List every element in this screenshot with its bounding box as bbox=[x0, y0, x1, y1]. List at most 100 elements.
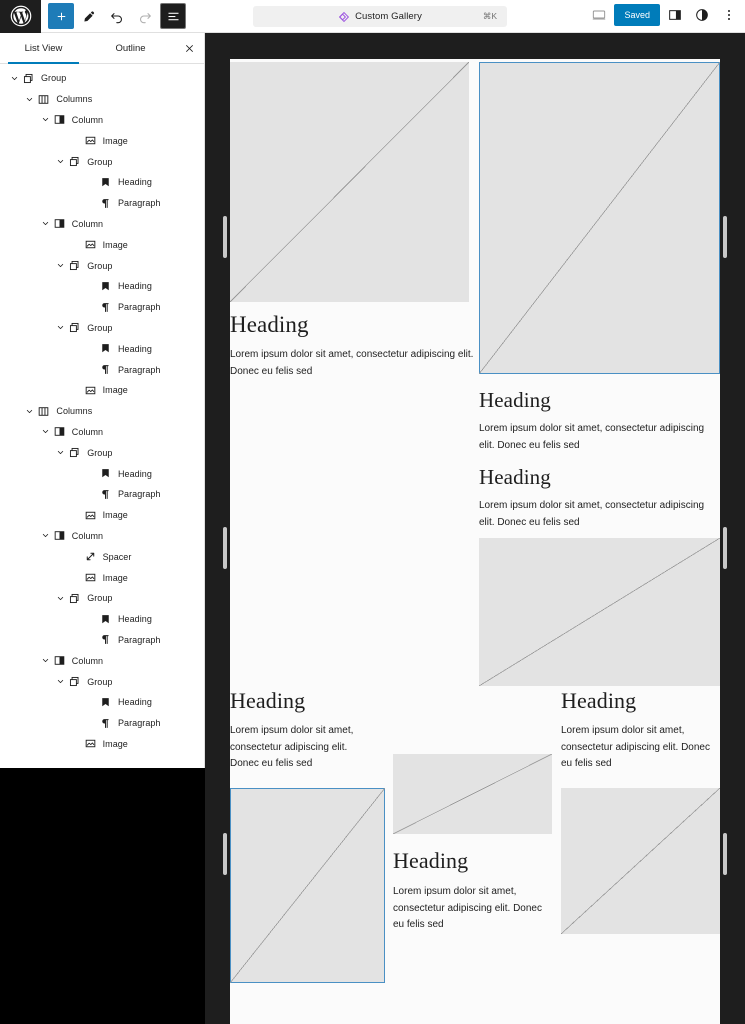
image-block-placeholder[interactable] bbox=[230, 62, 469, 302]
tree-item-heading[interactable]: Heading bbox=[0, 463, 204, 484]
desktop-preview-icon[interactable] bbox=[587, 3, 611, 27]
group-icon bbox=[67, 445, 82, 460]
heading-block[interactable]: Heading bbox=[393, 848, 552, 874]
tree-item-group[interactable]: Group bbox=[0, 442, 204, 463]
tree-item-image[interactable]: Image bbox=[0, 234, 204, 255]
add-block-button[interactable] bbox=[48, 3, 74, 29]
tree-item-paragraph[interactable]: Paragraph bbox=[0, 359, 204, 380]
heading-block[interactable]: Heading bbox=[230, 312, 469, 338]
tree-item-paragraph[interactable]: Paragraph bbox=[0, 484, 204, 505]
paragraph-block[interactable]: Lorem ipsum dolor sit amet, consectetur … bbox=[230, 723, 378, 773]
image-block-placeholder-selected[interactable] bbox=[230, 788, 385, 983]
tab-list-view-label: List View bbox=[24, 42, 63, 54]
tree-item-heading[interactable]: Heading bbox=[0, 692, 204, 713]
chevron-down-icon[interactable] bbox=[54, 675, 67, 688]
tree-item-group[interactable]: Group bbox=[0, 68, 204, 89]
command-palette-button[interactable]: Custom Gallery ⌘K bbox=[253, 6, 507, 27]
chevron-down-icon[interactable] bbox=[39, 113, 52, 126]
heading-block[interactable]: Heading bbox=[479, 465, 720, 490]
tree-item-column[interactable]: Column bbox=[0, 422, 204, 443]
chevron-down-icon[interactable] bbox=[54, 446, 67, 459]
image-block-placeholder[interactable] bbox=[479, 538, 720, 686]
image-block-placeholder[interactable] bbox=[561, 788, 720, 934]
editor-top-bar: Custom Gallery ⌘K Saved bbox=[0, 0, 745, 33]
chevron-down-icon[interactable] bbox=[54, 155, 67, 168]
editor-canvas-area: Heading Lorem ipsum dolor sit amet, cons… bbox=[205, 33, 745, 1024]
tree-item-image[interactable]: Image bbox=[0, 734, 204, 755]
tree-item-spacer[interactable]: Spacer bbox=[0, 546, 204, 567]
heading-block[interactable]: Heading bbox=[561, 688, 720, 714]
tree-item-paragraph[interactable]: Paragraph bbox=[0, 297, 204, 318]
tab-list-view[interactable]: List View bbox=[0, 33, 87, 64]
image-block-placeholder-selected[interactable] bbox=[479, 62, 720, 374]
styles-contrast-icon[interactable] bbox=[690, 3, 714, 27]
tree-item-group[interactable]: Group bbox=[0, 318, 204, 339]
paragraph-block[interactable]: Lorem ipsum dolor sit amet, consectetur … bbox=[561, 723, 713, 773]
list-view-button[interactable] bbox=[160, 3, 186, 29]
tree-item-paragraph[interactable]: Paragraph bbox=[0, 193, 204, 214]
tree-item-column[interactable]: Column bbox=[0, 526, 204, 547]
tree-item-paragraph[interactable]: Paragraph bbox=[0, 713, 204, 734]
tree-item-heading[interactable]: Heading bbox=[0, 609, 204, 630]
wordpress-logo-icon[interactable] bbox=[0, 0, 41, 33]
tree-item-group[interactable]: Group bbox=[0, 255, 204, 276]
undo-button[interactable] bbox=[104, 3, 130, 29]
paragraph-block[interactable]: Lorem ipsum dolor sit amet, consectetur … bbox=[479, 498, 720, 531]
spacer-block[interactable] bbox=[393, 688, 552, 754]
chevron-down-icon[interactable] bbox=[54, 259, 67, 272]
chevron-down-icon[interactable] bbox=[39, 425, 52, 438]
tree-item-columns[interactable]: Columns bbox=[0, 89, 204, 110]
chevron-down-icon[interactable] bbox=[54, 321, 67, 334]
heading-block[interactable]: Heading bbox=[479, 388, 720, 413]
tools-edit-button[interactable] bbox=[76, 3, 102, 29]
chevron-down-icon[interactable] bbox=[8, 72, 21, 85]
settings-sidebar-icon[interactable] bbox=[663, 3, 687, 27]
tree-item-label: Heading bbox=[118, 614, 152, 625]
chevron-down-icon[interactable] bbox=[23, 405, 36, 418]
more-options-icon[interactable] bbox=[717, 3, 741, 27]
tree-item-columns[interactable]: Columns bbox=[0, 401, 204, 422]
tree-item-heading[interactable]: Heading bbox=[0, 172, 204, 193]
paragraph-block[interactable]: Lorem ipsum dolor sit amet, consectetur … bbox=[230, 347, 475, 380]
tab-outline-label: Outline bbox=[115, 42, 146, 54]
close-icon[interactable] bbox=[174, 33, 204, 63]
tree-item-label: Column bbox=[71, 218, 104, 229]
tree-item-group[interactable]: Group bbox=[0, 588, 204, 609]
paragraph-block[interactable]: Lorem ipsum dolor sit amet, consectetur … bbox=[479, 421, 720, 454]
tree-item-image[interactable]: Image bbox=[0, 130, 204, 151]
chevron-down-icon[interactable] bbox=[39, 217, 52, 230]
canvas-resize-handle-left-top[interactable] bbox=[223, 216, 227, 258]
tree-item-label: Paragraph bbox=[118, 302, 161, 313]
tree-item-heading[interactable]: Heading bbox=[0, 338, 204, 359]
tree-item-group[interactable]: Group bbox=[0, 671, 204, 692]
canvas-resize-handle-right-bottom[interactable] bbox=[723, 833, 727, 875]
tree-item-group[interactable]: Group bbox=[0, 151, 204, 172]
tree-item-heading[interactable]: Heading bbox=[0, 276, 204, 297]
group-icon bbox=[67, 154, 82, 169]
image-icon bbox=[83, 383, 98, 398]
heading-block[interactable]: Heading bbox=[230, 688, 385, 714]
chevron-down-icon[interactable] bbox=[39, 654, 52, 667]
tree-item-image[interactable]: Image bbox=[0, 505, 204, 526]
tree-item-paragraph[interactable]: Paragraph bbox=[0, 630, 204, 651]
saved-button[interactable]: Saved bbox=[614, 4, 660, 26]
chevron-down-icon[interactable] bbox=[23, 93, 36, 106]
chevron-down-icon[interactable] bbox=[54, 592, 67, 605]
chevron-down-icon[interactable] bbox=[39, 529, 52, 542]
tree-item-image[interactable]: Image bbox=[0, 380, 204, 401]
tree-item-column[interactable]: Column bbox=[0, 650, 204, 671]
paragraph-block[interactable]: Lorem ipsum dolor sit amet, consectetur … bbox=[393, 884, 545, 934]
canvas-resize-handle-right-top[interactable] bbox=[723, 216, 727, 258]
heading-icon bbox=[98, 695, 113, 710]
sidebar-tabs: List View Outline bbox=[0, 33, 204, 64]
tree-item-column[interactable]: Column bbox=[0, 110, 204, 131]
canvas-resize-handle-left-bottom[interactable] bbox=[223, 833, 227, 875]
canvas-resize-handle-right-mid[interactable] bbox=[723, 527, 727, 569]
tree-item-column[interactable]: Column bbox=[0, 214, 204, 235]
tab-outline[interactable]: Outline bbox=[87, 33, 174, 63]
redo-button[interactable] bbox=[132, 3, 158, 29]
canvas-resize-handle-left-mid[interactable] bbox=[223, 527, 227, 569]
heading-icon bbox=[98, 279, 113, 294]
tree-item-image[interactable]: Image bbox=[0, 567, 204, 588]
image-block-placeholder[interactable] bbox=[393, 754, 552, 834]
